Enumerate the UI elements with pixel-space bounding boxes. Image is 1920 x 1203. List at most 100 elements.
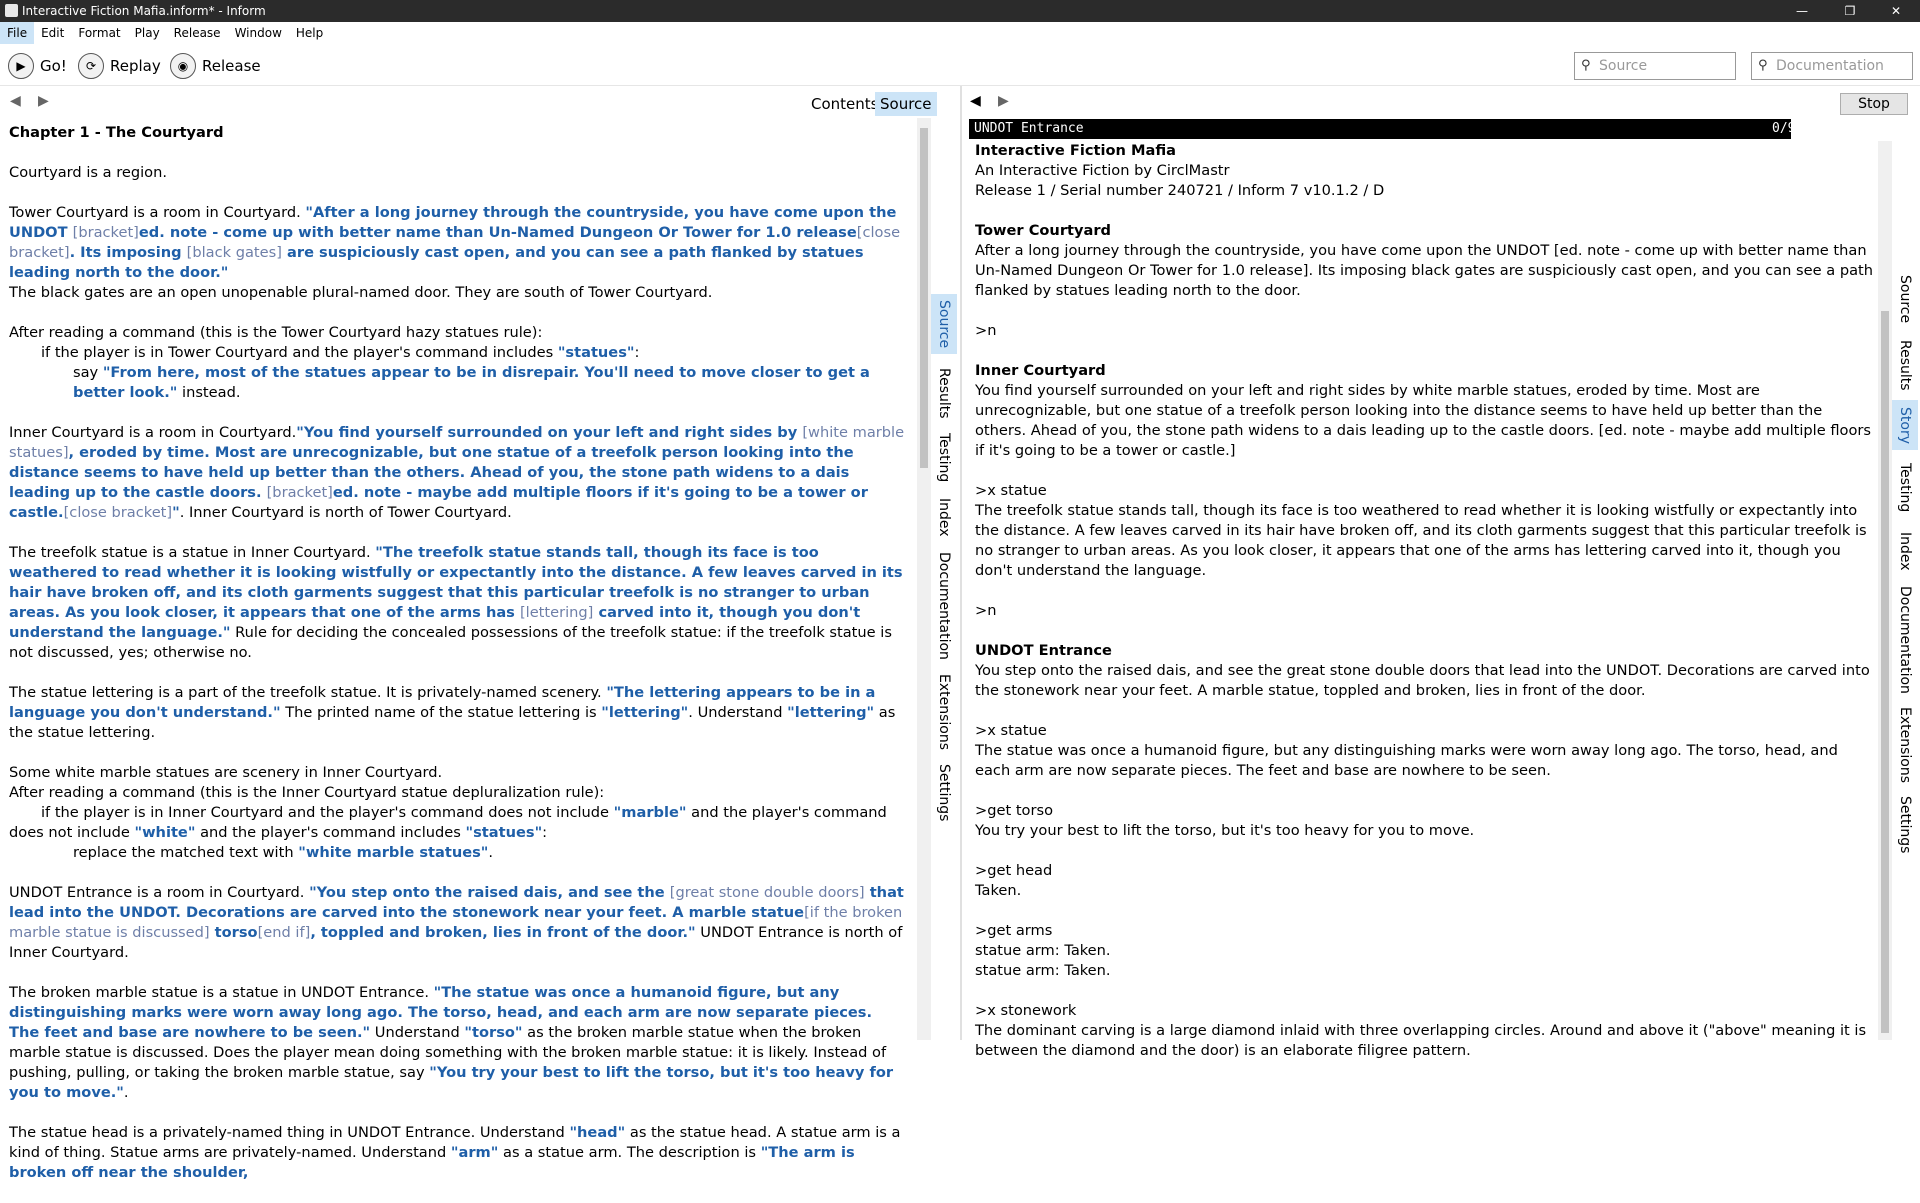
game-response: The statue was once a humanoid figure, b… xyxy=(975,742,1838,779)
player-command: >x statue xyxy=(975,722,1047,739)
game-response: The dominant carving is a large diamond … xyxy=(975,1022,1867,1059)
source-editor[interactable]: Chapter 1 - The Courtyard Courtyard is a… xyxy=(9,123,905,1203)
vtab-story[interactable]: Story xyxy=(1892,400,1918,450)
back-arrow-icon[interactable]: ◀ xyxy=(970,93,981,109)
menu-format[interactable]: Format xyxy=(71,22,127,44)
go-button[interactable]: ▶ Go! xyxy=(8,52,67,80)
story-status-line: UNDOT Entrance 0/9 xyxy=(969,119,1795,139)
vtab-results[interactable]: Results xyxy=(1892,334,1918,396)
vtab-settings[interactable]: Settings xyxy=(1892,792,1918,858)
menu-release[interactable]: Release xyxy=(167,22,228,44)
vtab-settings[interactable]: Settings xyxy=(931,760,957,826)
vtab-testing[interactable]: Testing xyxy=(1892,456,1918,520)
tab-contents[interactable]: Contents xyxy=(806,92,883,116)
right-nav-bar: ◀ ▶ Stop xyxy=(962,86,1920,118)
vtab-index[interactable]: Index xyxy=(931,492,957,542)
source-paragraph: Courtyard is a region. xyxy=(9,164,167,181)
menu-bar: File Edit Format Play Release Window Help xyxy=(0,22,1920,44)
game-response: Taken. xyxy=(975,882,1022,899)
documentation-search-input[interactable]: ⚲ Documentation xyxy=(1751,52,1913,80)
room-description: You step onto the raised dais, and see t… xyxy=(975,662,1870,699)
search-icon: ⚲ xyxy=(1581,58,1591,73)
minimize-button[interactable]: — xyxy=(1782,0,1822,22)
player-command: >n xyxy=(975,322,997,339)
story-title: Interactive Fiction Mafia xyxy=(975,142,1176,159)
player-command: >get head xyxy=(975,862,1053,879)
left-scrollbar-thumb[interactable] xyxy=(920,128,928,468)
toolbar: ▶ Go! ⟳ Replay ◉ Release ⚲ Source ⚲ Docu… xyxy=(0,44,1920,86)
close-button[interactable]: ✕ xyxy=(1876,0,1916,22)
left-vertical-tabs: Source Results Testing Index Documentati… xyxy=(931,86,957,1040)
maximize-button[interactable]: ❐ xyxy=(1830,0,1870,22)
source-paragraph: Tower Courtyard is a room in Courtyard. … xyxy=(9,204,901,301)
vtab-testing[interactable]: Testing xyxy=(931,428,957,488)
docs-search-placeholder: Documentation xyxy=(1776,58,1884,74)
game-response: The treefolk statue stands tall, though … xyxy=(975,502,1867,579)
source-paragraph: Inner Courtyard is a room in Courtyard."… xyxy=(9,424,905,521)
window-title: Interactive Fiction Mafia.inform* - Info… xyxy=(22,4,266,18)
menu-window[interactable]: Window xyxy=(228,22,289,44)
game-response: You try your best to lift the torso, but… xyxy=(975,822,1475,839)
replay-label: Replay xyxy=(110,57,161,75)
left-nav-bar: ◀ ▶ Contents Source xyxy=(0,86,960,118)
left-scrollbar[interactable] xyxy=(917,118,931,1040)
forward-arrow-icon[interactable]: ▶ xyxy=(998,93,1009,109)
source-paragraph: After reading a command (this is the Tow… xyxy=(9,324,870,401)
right-pane: ◀ ▶ Stop UNDOT Entrance 0/9 Interactive … xyxy=(962,86,1920,1059)
vtab-source[interactable]: Source xyxy=(1892,268,1918,330)
vtab-index[interactable]: Index xyxy=(1892,524,1918,578)
menu-play[interactable]: Play xyxy=(128,22,167,44)
room-description: After a long journey through the country… xyxy=(975,242,1873,299)
source-paragraph: The treefolk statue is a statue in Inner… xyxy=(9,544,903,661)
status-location: UNDOT Entrance xyxy=(974,121,1084,136)
source-search-placeholder: Source xyxy=(1599,58,1648,74)
source-paragraph: The statue head is a privately-named thi… xyxy=(9,1124,901,1181)
release-label: Release xyxy=(202,57,261,75)
story-release: Release 1 / Serial number 240721 / Infor… xyxy=(975,182,1385,199)
source-paragraph: The statue lettering is a part of the tr… xyxy=(9,684,896,741)
vtab-documentation[interactable]: Documentation xyxy=(1892,582,1918,698)
right-vertical-tabs: Source Results Story Testing Index Docum… xyxy=(1892,86,1918,1040)
replay-icon: ⟳ xyxy=(78,53,104,79)
menu-edit[interactable]: Edit xyxy=(34,22,71,44)
vtab-extensions[interactable]: Extensions xyxy=(1892,702,1918,788)
tab-source[interactable]: Source xyxy=(875,92,937,116)
vtab-source[interactable]: Source xyxy=(931,294,957,354)
player-command: >x statue xyxy=(975,482,1047,499)
room-description: You find yourself surrounded on your lef… xyxy=(975,382,1871,459)
story-transcript: Interactive Fiction Mafia An Interactive… xyxy=(975,141,1875,1081)
go-label: Go! xyxy=(40,57,67,75)
source-paragraph: The broken marble statue is a statue in … xyxy=(9,984,894,1101)
title-bar: Interactive Fiction Mafia.inform* - Info… xyxy=(0,0,1920,22)
right-scrollbar-thumb[interactable] xyxy=(1881,311,1889,1033)
vtab-documentation[interactable]: Documentation xyxy=(931,548,957,664)
source-search-input[interactable]: ⚲ Source xyxy=(1574,52,1736,80)
left-pane: ◀ ▶ Contents Source Chapter 1 - The Cour… xyxy=(0,86,960,1181)
play-icon: ▶ xyxy=(8,53,34,79)
app-icon xyxy=(5,4,18,17)
chapter-heading: Chapter 1 - The Courtyard xyxy=(9,124,224,141)
room-name: UNDOT Entrance xyxy=(975,642,1112,659)
back-arrow-icon[interactable]: ◀ xyxy=(10,93,21,109)
vtab-results[interactable]: Results xyxy=(931,362,957,424)
player-command: >n xyxy=(975,602,997,619)
status-score: 0/9 xyxy=(1772,121,1796,136)
player-command: >get arms xyxy=(975,922,1053,939)
vtab-extensions[interactable]: Extensions xyxy=(931,670,957,754)
room-name: Inner Courtyard xyxy=(975,362,1106,379)
source-paragraph: UNDOT Entrance is a room in Courtyard. "… xyxy=(9,884,904,961)
source-paragraph: Some white marble statues are scenery in… xyxy=(9,764,887,861)
player-command: >x stonework xyxy=(975,1002,1077,1019)
room-name: Tower Courtyard xyxy=(975,222,1112,239)
replay-button[interactable]: ⟳ Replay xyxy=(78,52,161,80)
story-byline: An Interactive Fiction by CirclMastr xyxy=(975,162,1230,179)
release-button[interactable]: ◉ Release xyxy=(170,52,261,80)
right-scrollbar[interactable] xyxy=(1878,141,1892,1040)
player-command: >get torso xyxy=(975,802,1054,819)
menu-help[interactable]: Help xyxy=(289,22,330,44)
release-icon: ◉ xyxy=(170,53,196,79)
menu-file[interactable]: File xyxy=(0,22,35,44)
game-response: statue arm: Taken. xyxy=(975,962,1111,979)
forward-arrow-icon[interactable]: ▶ xyxy=(38,93,49,109)
game-response: statue arm: Taken. xyxy=(975,942,1111,959)
